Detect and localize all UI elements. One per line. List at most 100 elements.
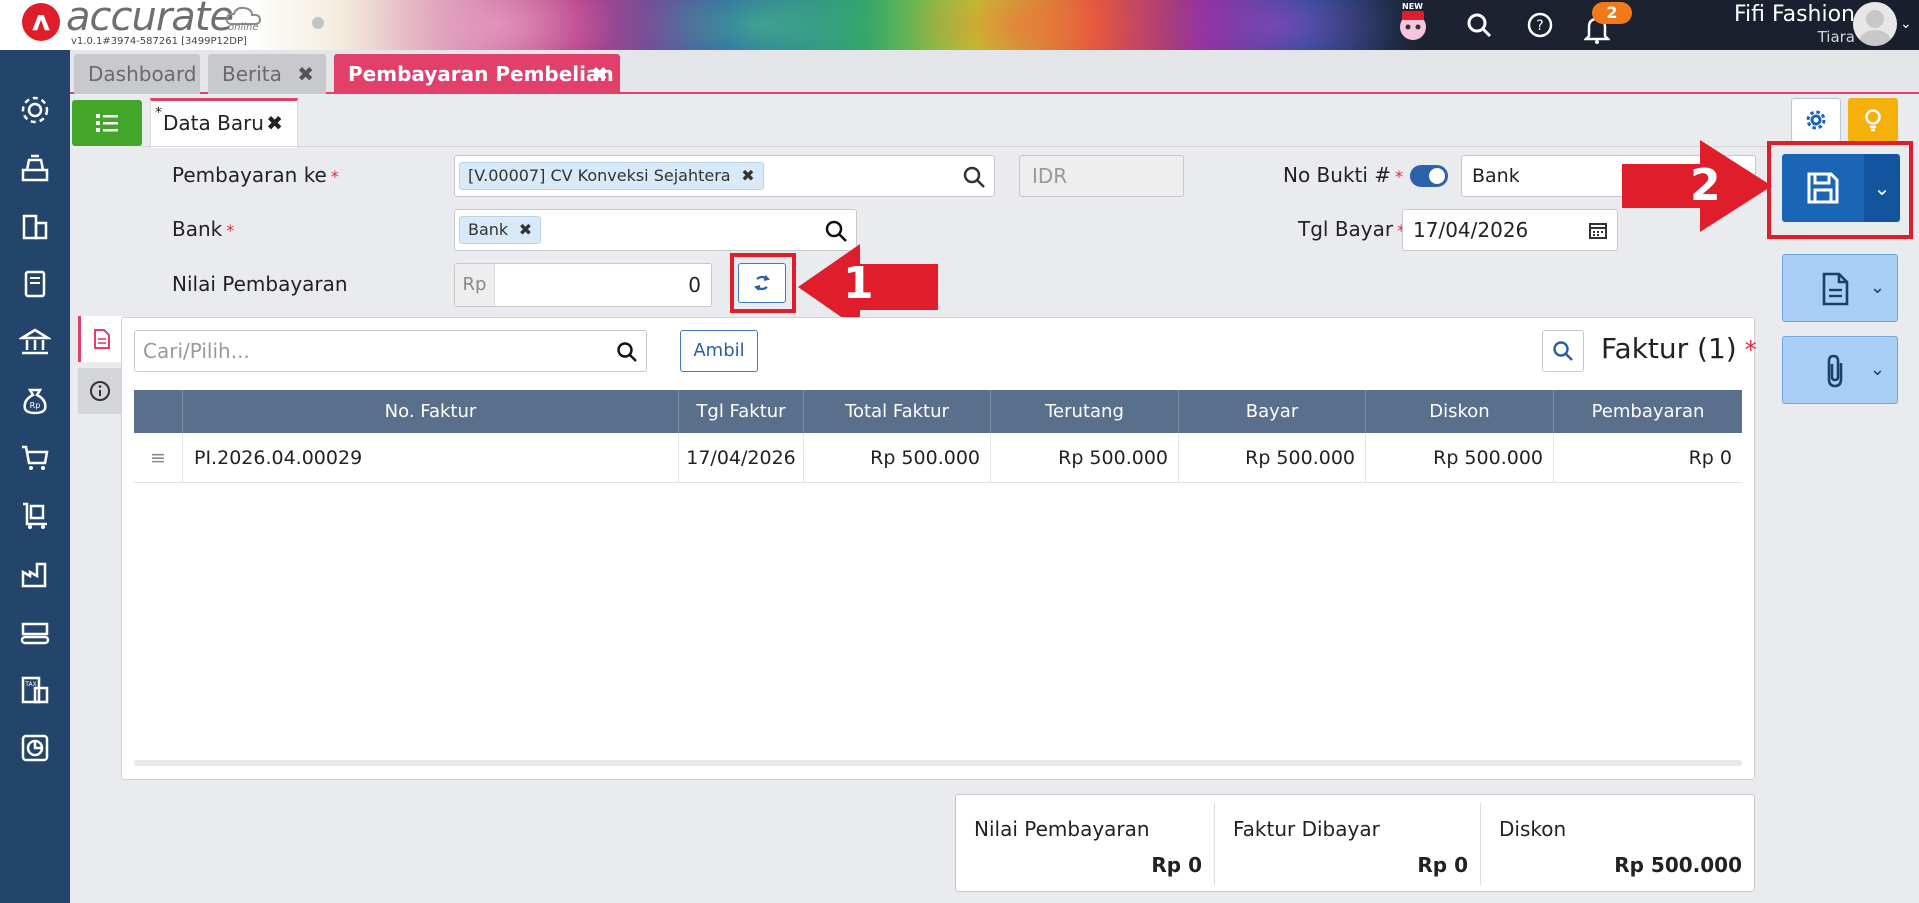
new-badge: NEW (1402, 2, 1423, 11)
pembayaran-ke-label: Pembayaran ke * (172, 163, 339, 187)
report-icon (21, 734, 49, 762)
gear-icon (1806, 110, 1826, 130)
sidebar-item-ledger[interactable] (14, 263, 56, 305)
header-decoration (380, 0, 620, 50)
ambil-button[interactable]: Ambil (680, 330, 758, 372)
sidebar-item-inventory[interactable] (14, 495, 56, 537)
tab-data-baru[interactable]: * Data Baru ✖ (150, 98, 298, 148)
sidebar-item-company[interactable] (14, 205, 56, 247)
cell-bayar: Rp 500.000 (1179, 433, 1366, 483)
factory-icon (21, 562, 47, 588)
step2-number: 2 (1690, 160, 1721, 211)
help-button[interactable]: ? (1523, 8, 1557, 42)
tips-button[interactable] (1848, 98, 1898, 142)
sidebar-item-production[interactable] (14, 611, 56, 653)
column-header[interactable]: Bayar (1179, 390, 1366, 433)
bank-select[interactable]: Bank ✖ (454, 209, 857, 251)
moneybag-icon: Rp (23, 388, 47, 415)
form-settings-button[interactable] (1791, 98, 1841, 142)
book-icon (24, 270, 46, 298)
chevron-down-icon: ⌄ (1869, 277, 1885, 298)
sidebar-item-assets[interactable] (14, 553, 56, 595)
svg-text:?: ? (1536, 18, 1543, 34)
horizontal-scrollbar[interactable] (134, 760, 1742, 766)
search-button[interactable] (1462, 8, 1496, 42)
user-company[interactable]: Fifi Fashion (1700, 2, 1855, 27)
nilai-pembayaran-label: Nilai Pembayaran (172, 272, 348, 296)
version-text: v1.0.1#3974-587261 [3499P12DP] (71, 36, 247, 47)
attachment-button[interactable]: ⌄ (1782, 336, 1898, 404)
calendar-icon[interactable] (1588, 220, 1608, 240)
bank-chip: Bank ✖ (459, 216, 542, 244)
document-menu-button[interactable]: ⌄ (1782, 254, 1898, 322)
sidebar-item-tax[interactable]: TAX (14, 669, 56, 711)
list-icon (96, 114, 118, 132)
svg-text:Rp: Rp (30, 401, 41, 410)
cell-terutang: Rp 500.000 (991, 433, 1179, 483)
sidebar-item-purchase[interactable] (14, 437, 56, 479)
table-row[interactable]: ≡ PI.2026.04.00029 17/04/2026 Rp 500.000… (134, 433, 1742, 483)
search-icon (1467, 13, 1492, 38)
divider (140, 146, 1769, 147)
faktur-search-button[interactable] (1542, 330, 1584, 372)
document-icon (1822, 272, 1849, 306)
column-header[interactable]: Terutang (991, 390, 1179, 433)
chevron-down-icon: ⌄ (1869, 359, 1885, 380)
sidebar-item-sales[interactable] (14, 147, 56, 189)
cell-pembayaran: Rp 0 (1688, 447, 1732, 469)
column-header[interactable]: No. Faktur (183, 390, 679, 433)
column-header[interactable]: Pembayaran (1554, 390, 1742, 433)
tab-berita[interactable]: Berita ✖ (208, 54, 326, 94)
avatar[interactable] (1853, 2, 1897, 46)
tab-bar: Dashboard Berita ✖ Pembayaran Pembelian ✖ … (70, 50, 1919, 94)
auto-number-toggle[interactable] (1410, 165, 1448, 187)
column-header[interactable]: Tgl Faktur (679, 390, 804, 433)
table-header: No. Faktur Tgl Faktur Total Faktur Terut… (134, 390, 1742, 433)
tab-label: Berita (222, 62, 282, 86)
paperclip-icon (1827, 354, 1843, 388)
cell-diskon: Rp 500.000 (1366, 433, 1554, 483)
tgl-bayar-input[interactable]: 17/04/2026 (1402, 209, 1618, 251)
search-icon[interactable] (824, 219, 848, 243)
header-decoration (640, 0, 880, 50)
save-options-button[interactable]: ⌄ (1864, 154, 1900, 222)
remove-icon[interactable]: ✖ (519, 217, 532, 243)
tab-invoice-detail[interactable] (78, 316, 122, 362)
brand-name: accurate (66, 0, 234, 40)
sidebar-item-settings[interactable] (14, 89, 56, 131)
tab-info[interactable] (78, 368, 122, 414)
sidebar-item-reports[interactable] (14, 727, 56, 769)
sidebar-item-bank[interactable] (14, 321, 56, 363)
close-icon[interactable]: ✖ (591, 54, 608, 94)
status-dot (312, 17, 324, 29)
cart-icon (22, 445, 49, 470)
close-icon[interactable]: ✖ (266, 101, 283, 145)
tab-pembayaran-pembelian[interactable]: Pembayaran Pembelian ✖ (334, 54, 620, 94)
no-bukti-label: No Bukti # * (1283, 163, 1404, 187)
document-icon (93, 329, 110, 349)
help-icon: ? (1527, 12, 1553, 38)
notification-badge: 2 (1592, 2, 1632, 24)
close-icon[interactable]: ✖ (297, 54, 314, 94)
column-header[interactable]: Total Faktur (804, 390, 991, 433)
sidebar-item-payable[interactable]: Rp (14, 379, 56, 421)
faktur-search-input[interactable]: Cari/Pilih... (134, 330, 647, 372)
tab-dashboard[interactable]: Dashboard (74, 54, 200, 94)
nilai-pembayaran-input[interactable]: Rp 0 (454, 263, 712, 307)
payment-summary: Nilai Pembayaran Rp 0 Faktur Dibayar Rp … (955, 794, 1755, 892)
drag-handle-icon[interactable]: ≡ (134, 433, 183, 483)
conveyor-icon (20, 622, 50, 645)
vendor-chip: [V.00007] CV Konveksi Sejahtera ✖ (459, 162, 764, 190)
logo[interactable]: ʌ (22, 3, 60, 41)
save-button[interactable] (1782, 154, 1864, 222)
header-decoration (1160, 0, 1400, 50)
remove-icon[interactable]: ✖ (741, 163, 754, 189)
list-view-button[interactable] (72, 100, 142, 146)
currency-field: IDR (1019, 155, 1184, 197)
chevron-down-icon[interactable]: ⌄ (1900, 16, 1912, 32)
search-icon[interactable] (962, 165, 986, 189)
search-icon[interactable] (616, 341, 638, 363)
column-header[interactable]: Diskon (1366, 390, 1554, 433)
new-feature-button[interactable]: NEW (1396, 2, 1430, 42)
vendor-select[interactable]: [V.00007] CV Konveksi Sejahtera ✖ (454, 155, 995, 197)
